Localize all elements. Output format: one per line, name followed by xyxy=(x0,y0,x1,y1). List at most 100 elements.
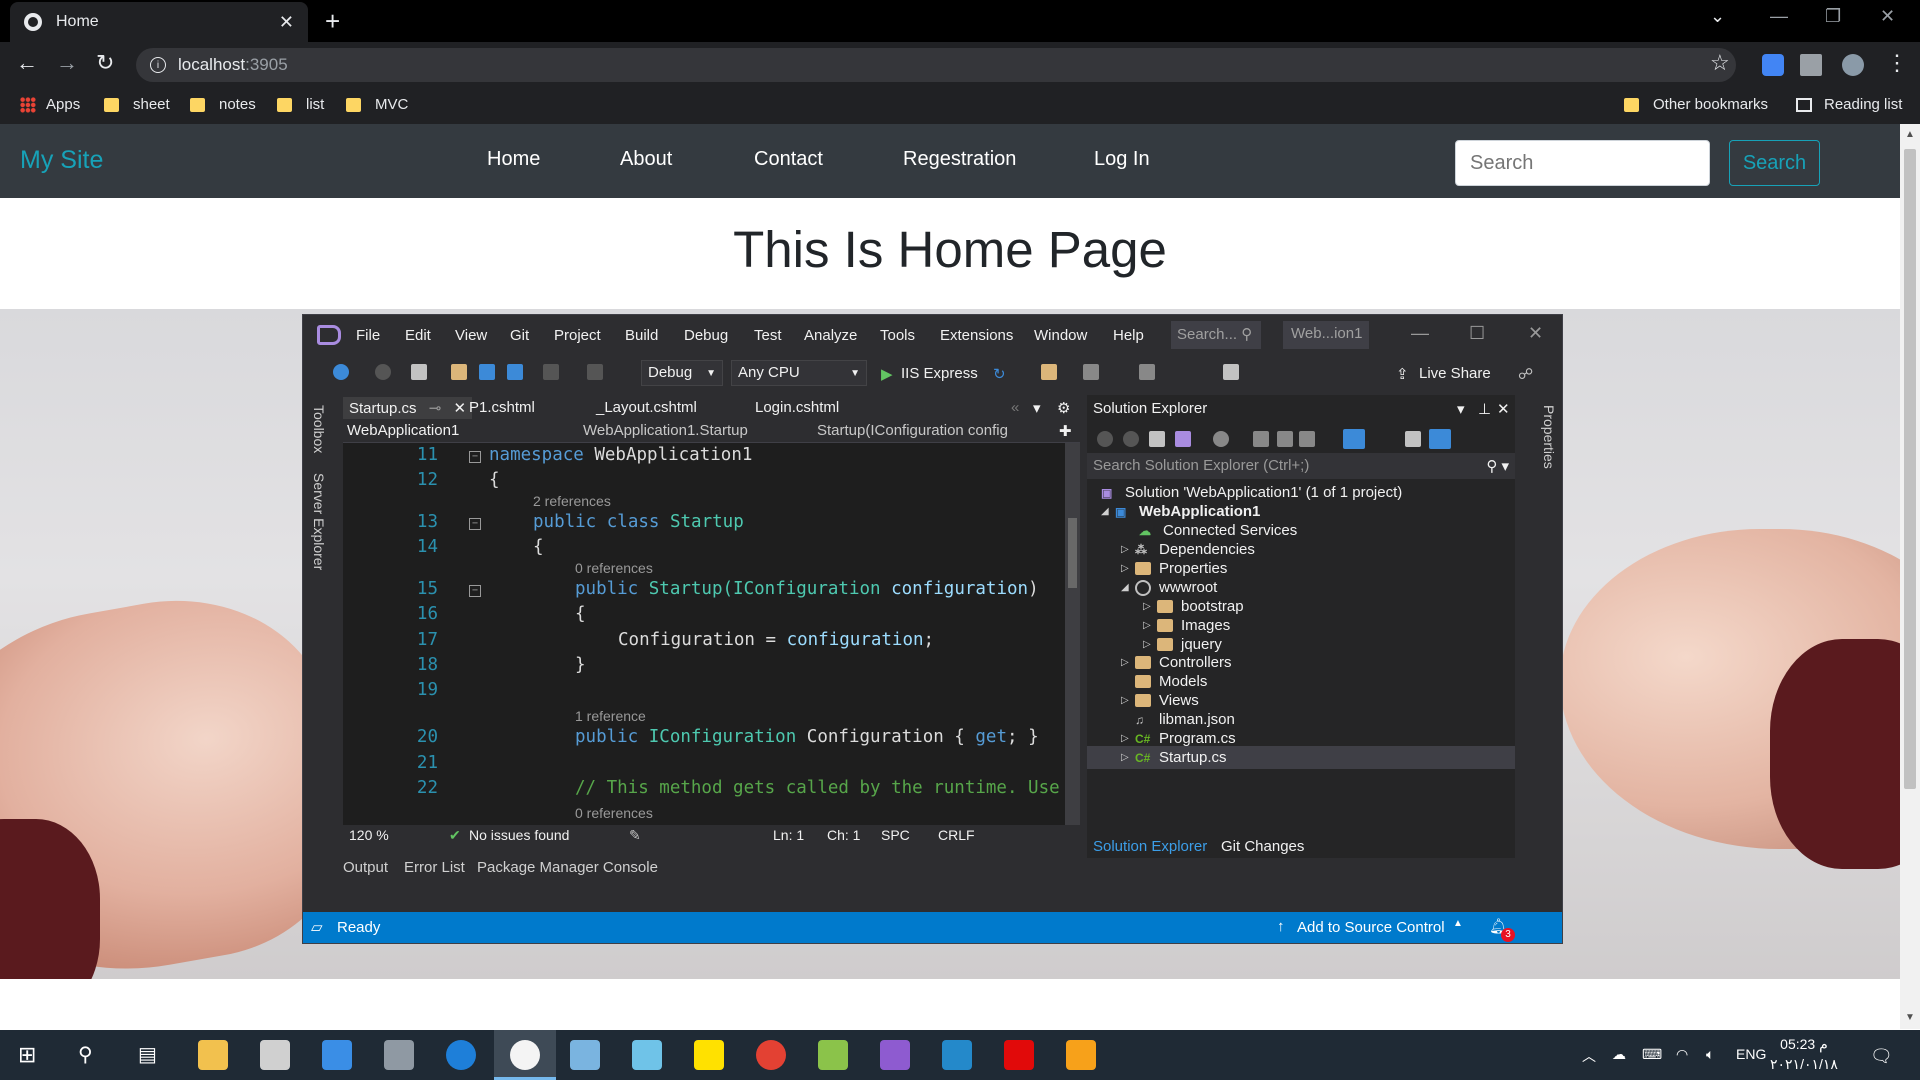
solution-explorer-search[interactable]: Search Solution Explorer (Ctrl+;) ⚲ ▾ xyxy=(1087,453,1515,479)
menu-project[interactable]: Project xyxy=(554,327,601,344)
input-method-icon[interactable]: ⌨ xyxy=(1642,1046,1662,1063)
collapse-icon[interactable]: − xyxy=(469,451,481,463)
step-icon[interactable] xyxy=(1139,364,1155,380)
project-scope-select[interactable]: WebApplication1 xyxy=(347,422,573,442)
forward-icon[interactable]: → xyxy=(56,50,78,76)
issues-status[interactable]: No issues found xyxy=(469,827,569,843)
show-all-files-icon[interactable] xyxy=(1299,431,1315,447)
mail-icon[interactable] xyxy=(260,1040,290,1070)
bookmark-mvc[interactable]: MVC xyxy=(346,96,408,113)
undo-icon[interactable] xyxy=(543,364,559,380)
nav-contact[interactable]: Contact xyxy=(754,148,823,171)
home-icon[interactable] xyxy=(1149,431,1165,447)
paint-icon[interactable] xyxy=(570,1040,600,1070)
vscode-icon[interactable] xyxy=(942,1040,972,1070)
extensions-puzzle-icon[interactable] xyxy=(1800,54,1822,76)
vs-close-icon[interactable]: ✕ xyxy=(1528,323,1543,344)
wifi-icon[interactable]: ◠ xyxy=(1676,1046,1688,1063)
zoom-level[interactable]: 120 % xyxy=(349,827,389,843)
scroll-tabs-icon[interactable]: « xyxy=(1011,399,1019,416)
server-explorer-tab[interactable]: Server Explorer xyxy=(309,473,327,570)
tab-output[interactable]: Output xyxy=(343,859,388,876)
screenshot-icon[interactable] xyxy=(1083,364,1099,380)
code-area[interactable]: 11 − namespace WebApplication1 12 { 2 re… xyxy=(343,443,1065,825)
tab-error-list[interactable]: Error List xyxy=(404,859,465,876)
save-icon[interactable] xyxy=(479,364,495,380)
app-icon[interactable] xyxy=(1004,1040,1034,1070)
collapse-icon[interactable]: − xyxy=(469,518,481,530)
menu-file[interactable]: File xyxy=(356,327,380,344)
run-play-icon[interactable]: ▶ xyxy=(881,365,893,383)
vs-search-box[interactable]: Search... ⚲ xyxy=(1171,321,1261,349)
bookmark-notes[interactable]: notes xyxy=(190,96,256,113)
chrome-menu-icon[interactable]: ⋮ xyxy=(1886,50,1908,76)
close-icon[interactable]: ✕ xyxy=(453,400,466,417)
editor-scrollbar-thumb[interactable] xyxy=(1068,518,1077,588)
cloud-icon[interactable]: ☁ xyxy=(1612,1046,1626,1063)
nav-home[interactable]: Home xyxy=(487,148,540,171)
run-target-button[interactable]: IIS Express xyxy=(901,365,978,382)
collapsed-triangle-icon[interactable]: ▷ xyxy=(1143,601,1157,612)
switch-views-icon[interactable] xyxy=(1175,431,1191,447)
collapsed-triangle-icon[interactable]: ▷ xyxy=(1121,657,1135,668)
restore-icon[interactable]: ❐ xyxy=(1825,6,1841,27)
collapse-icon[interactable]: − xyxy=(469,585,481,597)
reading-list[interactable]: Reading list xyxy=(1796,96,1902,113)
doc-tab-layout[interactable]: _Layout.cshtml xyxy=(596,399,697,416)
line-endings[interactable]: CRLF xyxy=(938,827,975,843)
close-icon[interactable]: ✕ xyxy=(1497,400,1510,418)
bookmark-list[interactable]: list xyxy=(277,96,324,113)
back-icon[interactable]: ← xyxy=(16,50,38,76)
scrollbar-thumb[interactable] xyxy=(1904,149,1916,789)
sticky-notes-icon[interactable] xyxy=(694,1040,724,1070)
pending-changes-icon[interactable] xyxy=(1213,431,1229,447)
menu-git[interactable]: Git xyxy=(510,327,529,344)
chevron-up-icon[interactable]: ︿ xyxy=(1582,1046,1596,1066)
new-tab-button[interactable]: + xyxy=(325,6,340,37)
tab-package-manager[interactable]: Package Manager Console xyxy=(477,859,658,876)
browser-tab-home[interactable]: Home ✕ xyxy=(10,2,308,42)
app-icon[interactable] xyxy=(632,1040,662,1070)
tree-startup[interactable]: ▷ C# Startup.cs xyxy=(1087,746,1515,769)
properties-wrench-icon[interactable] xyxy=(1405,431,1421,447)
sync-icon[interactable] xyxy=(1253,431,1269,447)
codelens-references[interactable]: 0 references xyxy=(575,560,653,576)
browse-folder-icon[interactable] xyxy=(1041,364,1057,380)
refresh-icon[interactable]: ↻ xyxy=(993,365,1006,383)
nav-about[interactable]: About xyxy=(620,148,672,171)
tab-solution-explorer[interactable]: Solution Explorer xyxy=(1093,838,1207,855)
scroll-up-arrow[interactable]: ▲ xyxy=(1905,129,1915,140)
search-icon[interactable]: ⚲ xyxy=(78,1042,93,1067)
back-icon[interactable] xyxy=(1097,431,1113,447)
edge-icon[interactable] xyxy=(446,1040,476,1070)
close-tab-icon[interactable]: ✕ xyxy=(279,12,294,33)
photos-app-icon[interactable] xyxy=(510,1040,540,1070)
collapsed-triangle-icon[interactable]: ▷ xyxy=(1121,695,1135,706)
collapsed-triangle-icon[interactable]: ▷ xyxy=(1121,544,1135,555)
collapsed-triangle-icon[interactable]: ▷ xyxy=(1121,733,1135,744)
tab-list-icon[interactable]: ▾ xyxy=(1033,399,1041,417)
navigate-forward-icon[interactable] xyxy=(375,364,391,380)
menu-extensions[interactable]: Extensions xyxy=(940,327,1013,344)
collapsed-triangle-icon[interactable]: ▷ xyxy=(1121,563,1135,574)
other-bookmarks[interactable]: Other bookmarks xyxy=(1624,96,1768,113)
menu-analyze[interactable]: Analyze xyxy=(804,327,857,344)
codelens-references[interactable]: 1 reference xyxy=(575,708,646,724)
menu-help[interactable]: Help xyxy=(1113,327,1144,344)
page-scrollbar[interactable]: ▲ ▼ xyxy=(1900,124,1920,1029)
app-icon[interactable] xyxy=(818,1040,848,1070)
chrome-icon[interactable] xyxy=(756,1040,786,1070)
visual-studio-icon[interactable] xyxy=(880,1040,910,1070)
camera-icon[interactable] xyxy=(384,1040,414,1070)
platform-select[interactable]: Any CPU ▼ xyxy=(731,360,867,386)
toggle-icon[interactable] xyxy=(1429,429,1451,449)
chevron-up-icon[interactable]: ▲ xyxy=(1453,918,1463,929)
settings-gear-icon[interactable]: ⚙ xyxy=(1057,399,1070,417)
clock[interactable]: 05:23 م ٢٠٢١/٠١/١٨ xyxy=(1770,1034,1838,1074)
menu-tools[interactable]: Tools xyxy=(880,327,915,344)
minimize-icon[interactable]: — xyxy=(1770,6,1788,27)
reload-icon[interactable]: ↻ xyxy=(96,50,114,76)
scroll-down-arrow[interactable]: ▼ xyxy=(1905,1012,1915,1023)
toolbox-tab[interactable]: Toolbox xyxy=(309,405,327,453)
redo-icon[interactable] xyxy=(587,364,603,380)
